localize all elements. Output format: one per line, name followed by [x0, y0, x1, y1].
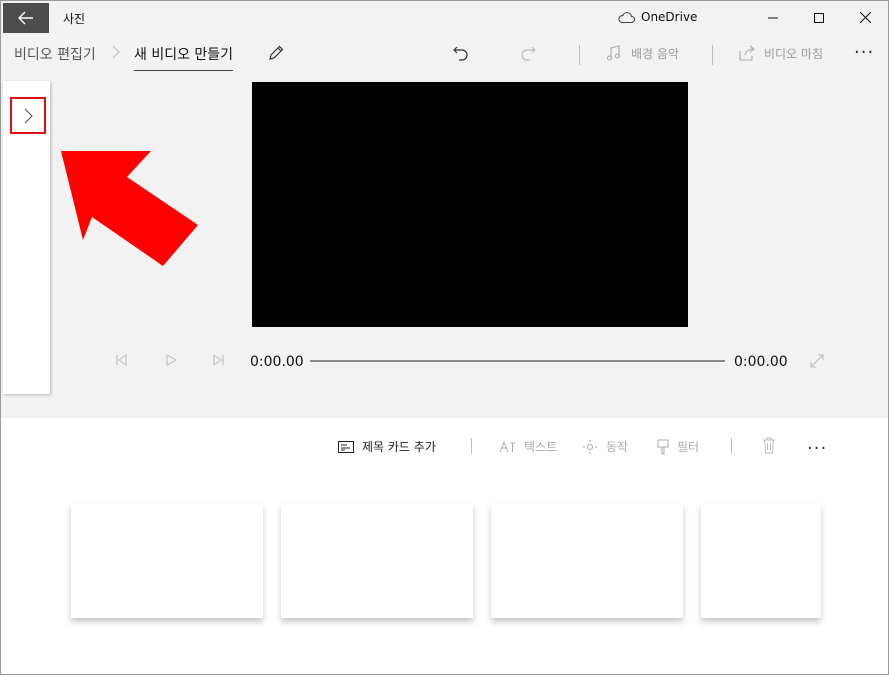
video-preview[interactable] [252, 82, 688, 327]
motion-button[interactable]: 동작 [582, 438, 628, 455]
text-button[interactable]: 텍스트 [499, 438, 557, 455]
text-icon [499, 440, 515, 452]
undo-icon[interactable] [452, 44, 470, 62]
cloud-icon [618, 11, 635, 23]
onedrive-status[interactable]: OneDrive [618, 10, 697, 24]
onedrive-label: OneDrive [641, 10, 698, 24]
toolbar-divider [471, 438, 472, 454]
close-icon [859, 12, 871, 23]
filter-label: 필터 [677, 440, 700, 454]
current-time: 0:00.00 [250, 354, 304, 370]
toolbar-divider [731, 438, 732, 454]
background-music-button[interactable]: 배경 음악 [631, 45, 679, 62]
minimize-icon [768, 17, 778, 18]
storyboard-placeholder-card[interactable] [491, 504, 683, 618]
step-back-icon[interactable] [115, 353, 129, 367]
storyboard-placeholder-card[interactable] [71, 504, 263, 618]
motion-label: 동작 [606, 440, 629, 454]
share-icon [739, 45, 755, 61]
close-button[interactable] [842, 1, 888, 34]
storyboard-placeholder-card[interactable] [281, 504, 473, 618]
storyboard-area: 제목 카드 추가 텍스트 동작 필터 ··· [1, 418, 888, 674]
finish-video-button[interactable]: 비디오 마침 [764, 45, 823, 62]
maximize-icon [814, 12, 824, 23]
title-card-icon [338, 440, 354, 453]
step-forward-icon[interactable] [211, 353, 225, 367]
storyboard-more-button[interactable]: ··· [807, 440, 827, 458]
app-window: 사진 OneDrive 비디오 편집기 새 비디오 만들기 배경 음악 비디오 … [0, 0, 889, 675]
maximize-button[interactable] [796, 1, 842, 34]
add-title-card-label: 제목 카드 추가 [362, 440, 436, 454]
more-options-button[interactable]: ··· [854, 44, 874, 62]
storyboard-placeholder-card[interactable] [701, 504, 821, 618]
trash-icon[interactable] [762, 437, 776, 454]
red-arrow-annotation [61, 151, 198, 266]
pencil-icon[interactable] [267, 44, 285, 62]
music-note-icon [606, 45, 621, 61]
minimize-button[interactable] [750, 1, 796, 34]
toolbar-divider [579, 45, 580, 65]
redo-icon[interactable] [519, 44, 537, 62]
filter-brush-icon [657, 439, 669, 454]
total-time: 0:00.00 [734, 354, 788, 370]
text-label: 텍스트 [524, 440, 558, 454]
seek-bar[interactable] [310, 360, 725, 362]
toolbar-divider [712, 45, 713, 65]
motion-icon [583, 439, 597, 454]
play-icon[interactable] [164, 353, 178, 367]
fullscreen-icon[interactable] [809, 353, 825, 369]
filter-button[interactable]: 필터 [657, 438, 699, 455]
add-title-card-button[interactable]: 제목 카드 추가 [338, 438, 436, 455]
